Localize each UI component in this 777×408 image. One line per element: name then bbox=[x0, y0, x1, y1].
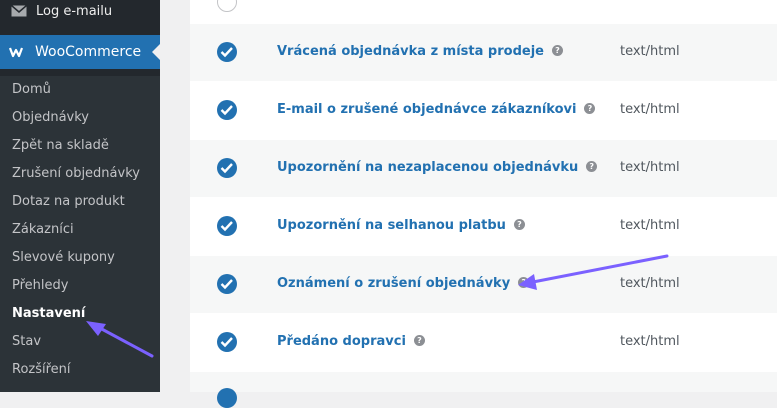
submenu-item-zakaznici[interactable]: Zákazníci bbox=[12, 220, 74, 240]
email-name: Upozornění na selhanou platbu bbox=[277, 218, 506, 233]
table-row: E-mail o zrušené objednávce zákazníkovi?… bbox=[190, 82, 777, 139]
enabled-check-icon bbox=[217, 42, 237, 62]
table-row: Upozornění na nezaplacenou objednávku? t… bbox=[190, 140, 777, 197]
email-name-link[interactable]: E-mail o zrušené objednávce zákazníkovi? bbox=[277, 100, 596, 120]
enabled-check-icon bbox=[217, 274, 237, 294]
email-name: Předáno dopravci bbox=[277, 334, 406, 349]
help-icon[interactable]: ? bbox=[586, 161, 598, 172]
submenu-item-zruseni-objednavky[interactable]: Zrušení objednávky bbox=[12, 164, 140, 184]
enabled-check-icon bbox=[217, 158, 237, 178]
woocommerce-submenu: Domů Objednávky Zpět na skladě Zrušení o… bbox=[0, 76, 160, 392]
menu-item-label: WooCommerce bbox=[35, 44, 142, 60]
help-icon[interactable]: ? bbox=[584, 103, 596, 114]
submenu-item-dotaz-na-produkt[interactable]: Dotaz na produkt bbox=[12, 192, 125, 212]
help-icon[interactable]: ? bbox=[551, 45, 563, 56]
email-name: E-mail o zrušené objednávce zákazníkovi bbox=[277, 102, 577, 117]
envelope-icon bbox=[11, 4, 29, 18]
table-row bbox=[190, 0, 777, 24]
content-type: text/html bbox=[620, 276, 680, 291]
email-name-link[interactable]: Upozornění na selhanou platbu? bbox=[277, 216, 525, 236]
content-type: text/html bbox=[620, 102, 680, 117]
email-name: Upozornění na nezaplacenou objednávku bbox=[277, 160, 579, 175]
woocommerce-logo-icon bbox=[9, 45, 29, 59]
submenu-item-rozsireni[interactable]: Rozšíření bbox=[12, 360, 71, 380]
submenu-item-objednavky[interactable]: Objednávky bbox=[12, 108, 89, 128]
content-type: text/html bbox=[620, 160, 680, 175]
status-circle-icon bbox=[217, 0, 237, 12]
menu-item-label: Log e-mailu bbox=[36, 3, 113, 19]
help-icon[interactable]: ? bbox=[518, 277, 530, 288]
content-type: text/html bbox=[620, 44, 680, 59]
enabled-check-icon bbox=[217, 388, 237, 408]
email-name-link[interactable]: Upozornění na nezaplacenou objednávku? bbox=[277, 158, 598, 178]
submenu-item-zpet-na-sklade[interactable]: Zpět na skladě bbox=[12, 136, 109, 156]
help-icon[interactable]: ? bbox=[413, 335, 425, 346]
email-name: Vrácená objednávka z místa prodeje bbox=[277, 44, 544, 59]
table-row: Oznámení o zrušení objednávky? text/html bbox=[190, 256, 777, 313]
email-name-link[interactable]: Oznámení o zrušení objednávky? bbox=[277, 274, 530, 294]
submenu-item-slevove-kupony[interactable]: Slevové kupony bbox=[12, 248, 115, 268]
table-row: Upozornění na selhanou platbu? text/html bbox=[190, 198, 777, 255]
enabled-check-icon bbox=[217, 100, 237, 120]
content-type: text/html bbox=[620, 334, 680, 349]
submenu-item-domu[interactable]: Domů bbox=[12, 80, 51, 100]
content-type: text/html bbox=[620, 218, 680, 233]
submenu-item-nastaveni[interactable]: Nastavení bbox=[12, 304, 85, 324]
submenu-item-stav[interactable]: Stav bbox=[12, 332, 41, 352]
table-row bbox=[190, 372, 777, 408]
submenu-item-prehledy[interactable]: Přehledy bbox=[12, 276, 68, 296]
menu-item-email-log[interactable]: Log e-mailu bbox=[0, 0, 160, 22]
enabled-check-icon bbox=[217, 332, 237, 352]
email-notifications-table: Vrácená objednávka z místa prodeje? text… bbox=[190, 0, 777, 408]
admin-sidebar: Log e-mailu WooCommerce Domů Objednávky … bbox=[0, 0, 160, 392]
enabled-check-icon bbox=[217, 216, 237, 236]
table-row: Předáno dopravci? text/html bbox=[190, 314, 777, 371]
help-icon[interactable]: ? bbox=[513, 219, 525, 230]
email-name-link[interactable]: Předáno dopravci? bbox=[277, 332, 425, 352]
email-name-link[interactable]: Vrácená objednávka z místa prodeje? bbox=[277, 42, 563, 62]
email-name: Oznámení o zrušení objednávky bbox=[277, 276, 511, 291]
table-row: Vrácená objednávka z místa prodeje? text… bbox=[190, 24, 777, 81]
menu-item-woocommerce[interactable]: WooCommerce bbox=[0, 35, 160, 69]
